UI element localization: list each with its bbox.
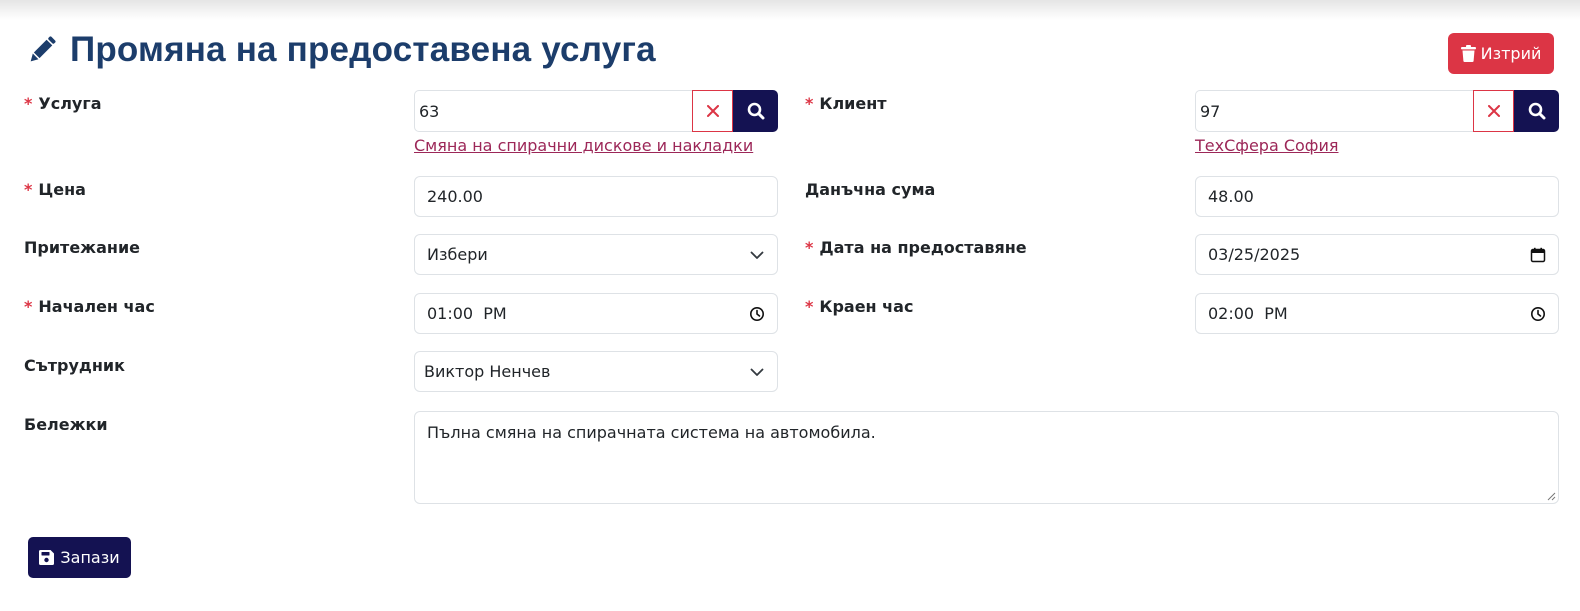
- employee-label-text: Сътрудник: [24, 356, 125, 375]
- search-icon: [747, 102, 764, 120]
- tax-amount-value: 48.00: [1208, 187, 1254, 206]
- start-time-label: * Начален час: [24, 297, 155, 316]
- save-button[interactable]: Запази: [28, 537, 131, 578]
- end-time-label-text: Краен час: [819, 297, 914, 316]
- page-title: Промяна на предоставена услуга: [24, 26, 656, 74]
- required-marker: *: [805, 297, 814, 316]
- trash-icon: [1460, 45, 1476, 62]
- employee-select[interactable]: Виктор Ненчев: [414, 351, 778, 392]
- notes-label: Бележки: [24, 415, 108, 434]
- floppy-disk-icon: [39, 550, 55, 565]
- client-label-text: Клиент: [819, 94, 887, 113]
- ownership-label: Притежание: [24, 238, 140, 257]
- chevron-down-icon: [750, 368, 764, 376]
- price-input[interactable]: 240.00: [414, 176, 778, 217]
- client-search-button[interactable]: [1514, 90, 1559, 132]
- service-date-label: * Дата на предоставяне: [805, 238, 1027, 257]
- chevron-down-icon: [750, 251, 764, 259]
- service-label-text: Услуга: [38, 94, 102, 113]
- employee-value: Виктор Ненчев: [424, 362, 551, 381]
- start-time-value: 01:00 PM: [427, 304, 507, 323]
- required-marker: *: [24, 94, 33, 113]
- delete-button-label: Изтрий: [1480, 44, 1542, 63]
- tax-amount-input[interactable]: 48.00: [1195, 176, 1559, 217]
- required-marker: *: [805, 94, 814, 113]
- search-icon: [1528, 102, 1545, 120]
- notes-value: Пълна смяна на спирачната система на авт…: [427, 423, 876, 442]
- service-date-input[interactable]: 03/25/2025: [1195, 234, 1559, 275]
- delete-button[interactable]: Изтрий: [1448, 33, 1554, 74]
- end-time-input[interactable]: 02:00 PM: [1195, 293, 1559, 334]
- ownership-select[interactable]: Избери: [414, 234, 778, 275]
- start-time-input[interactable]: 01:00 PM: [414, 293, 778, 334]
- ownership-label-text: Притежание: [24, 238, 141, 257]
- page-title-text: Промяна на предоставена услуга: [70, 30, 656, 69]
- required-marker: *: [24, 297, 33, 316]
- ownership-value: Избери: [427, 245, 488, 264]
- tax-amount-label-text: Данъчна сума: [805, 180, 936, 199]
- notes-textarea[interactable]: Пълна смяна на спирачната система на авт…: [414, 411, 1559, 504]
- employee-label: Сътрудник: [24, 356, 125, 375]
- service-input[interactable]: [414, 90, 692, 132]
- end-time-value: 02:00 PM: [1208, 304, 1288, 323]
- client-input[interactable]: [1195, 90, 1473, 132]
- service-clear-button[interactable]: [692, 90, 733, 132]
- clock-icon[interactable]: [749, 306, 765, 322]
- client-lookup: [1195, 90, 1559, 132]
- top-shadow: [0, 0, 1580, 20]
- service-lookup: [414, 90, 778, 132]
- client-name-link[interactable]: ТехСфера София: [1195, 136, 1339, 155]
- required-marker: *: [805, 238, 814, 257]
- close-icon: [1487, 105, 1500, 117]
- pencil-icon: [30, 36, 56, 62]
- save-button-label: Запази: [60, 548, 120, 567]
- notes-label-text: Бележки: [24, 415, 108, 434]
- service-search-button[interactable]: [733, 90, 778, 132]
- start-time-label-text: Начален час: [38, 297, 155, 316]
- client-label: * Клиент: [805, 94, 887, 113]
- price-label-text: Цена: [38, 180, 86, 199]
- service-name-link[interactable]: Смяна на спирачни дискове и накладки: [414, 136, 753, 155]
- calendar-icon[interactable]: [1530, 247, 1546, 263]
- price-value: 240.00: [427, 187, 483, 206]
- client-clear-button[interactable]: [1473, 90, 1514, 132]
- tax-amount-label: Данъчна сума: [805, 180, 935, 199]
- end-time-label: * Краен час: [805, 297, 913, 316]
- service-date-label-text: Дата на предоставяне: [819, 238, 1027, 257]
- price-label: * Цена: [24, 180, 86, 199]
- service-date-value: 03/25/2025: [1208, 245, 1301, 264]
- required-marker: *: [24, 180, 33, 199]
- service-label: * Услуга: [24, 94, 102, 113]
- resize-handle-icon[interactable]: [1546, 491, 1556, 501]
- close-icon: [706, 105, 719, 117]
- clock-icon[interactable]: [1530, 306, 1546, 322]
